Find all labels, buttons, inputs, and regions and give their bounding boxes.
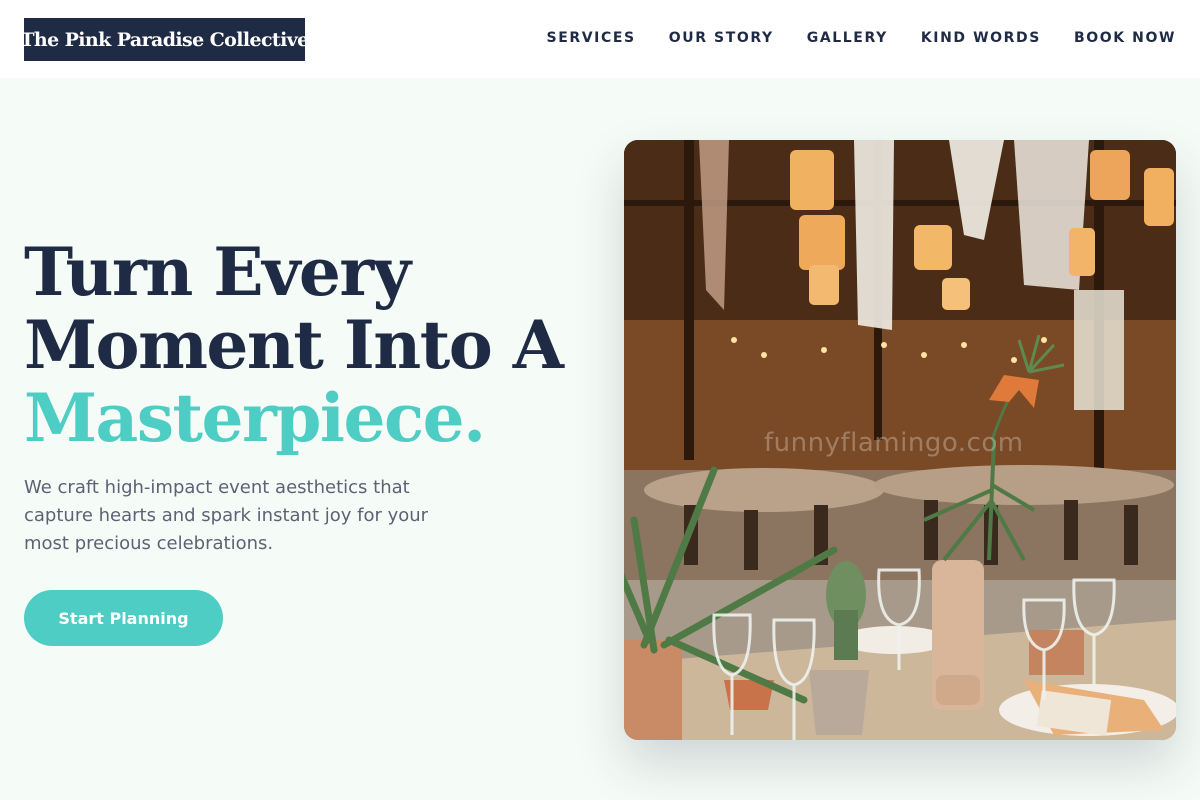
hero-image: funnyflamingo.com	[624, 140, 1176, 740]
nav-item-our-story[interactable]: OUR STORY	[669, 30, 774, 46]
main-nav: SERVICES OUR STORY GALLERY KIND WORDS BO…	[547, 30, 1176, 46]
hero-title-line-2: Moment Into A	[24, 306, 564, 384]
site-header: The Pink Paradise Collective SERVICES OU…	[0, 0, 1200, 78]
nav-item-book-now[interactable]: BOOK NOW	[1074, 30, 1176, 46]
nav-item-kind-words[interactable]: KIND WORDS	[921, 30, 1041, 46]
nav-item-services[interactable]: SERVICES	[547, 30, 636, 46]
start-planning-button[interactable]: Start Planning	[24, 590, 223, 646]
hero-title-accent: Masterpiece.	[24, 379, 486, 457]
brand-logo[interactable]: The Pink Paradise Collective	[20, 18, 309, 61]
hero-title: Turn Every Moment Into A Masterpiece.	[24, 236, 584, 455]
nav-item-gallery[interactable]: GALLERY	[807, 30, 888, 46]
image-watermark: funnyflamingo.com	[764, 428, 1024, 458]
hero-title-line-1: Turn Every	[24, 233, 411, 311]
hero-subtitle: We craft high-impact event aesthetics th…	[24, 477, 429, 554]
